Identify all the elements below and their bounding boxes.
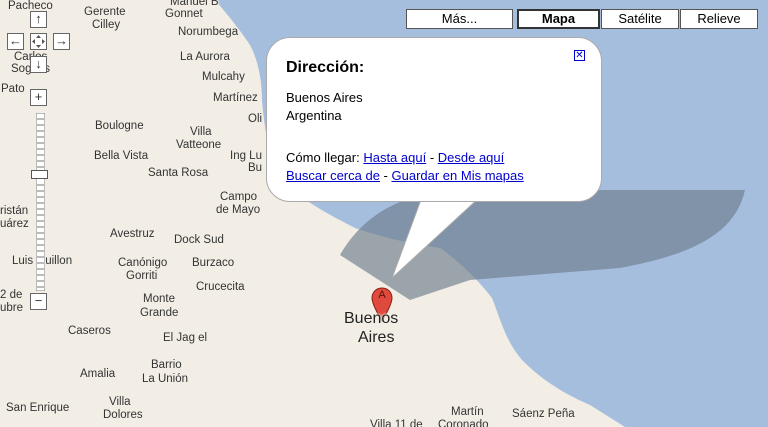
address-line-2: Argentina: [286, 108, 342, 123]
map-type-controls: Más... Mapa Satélite Relieve: [406, 9, 758, 29]
label-caseros: Caseros: [68, 325, 111, 337]
zoom-slider-track[interactable]: [36, 113, 45, 291]
label-gonnet: Gonnet: [165, 8, 203, 20]
label-bella-vista: Bella Vista: [94, 150, 149, 162]
label-dock-sud: Dock Sud: [174, 234, 224, 246]
map-type-satellite-button[interactable]: Satélite: [601, 9, 679, 29]
label-buenos: Buenos: [344, 310, 399, 327]
label-barrio: Barrio: [151, 359, 182, 371]
info-window: ✕ Dirección: Buenos Aires Argentina Cómo…: [266, 37, 602, 202]
label-monte: Monte: [143, 293, 175, 305]
zoom-slider-handle[interactable]: [31, 170, 48, 179]
label-crucecita: Crucecita: [196, 281, 245, 293]
search-nearby-link[interactable]: Buscar cerca de: [286, 168, 380, 183]
label-uarez: uárez: [0, 218, 29, 230]
label-gorriti: Gorriti: [126, 270, 158, 282]
label-el-jag-el: El Jag el: [163, 332, 208, 344]
label-saenz-pena: Sáenz Peña: [512, 408, 575, 420]
directions-row: Cómo llegar: Hasta aquí - Desde aquí: [286, 149, 524, 167]
label-martinez: Martínez: [213, 92, 258, 104]
label-dolores: Dolores: [103, 409, 143, 421]
pan-down-button[interactable]: ↓: [30, 56, 47, 73]
info-window-actions: Cómo llegar: Hasta aquí - Desde aquí Bus…: [286, 149, 524, 185]
info-window-tail: [391, 196, 482, 279]
label-gerente: Gerente: [84, 6, 126, 18]
pan-up-button[interactable]: ↑: [30, 11, 47, 28]
label-vatteone: Vatteone: [176, 139, 222, 151]
more-button[interactable]: Más...: [406, 9, 513, 29]
separator: -: [426, 150, 438, 165]
label-bu: Bu: [248, 162, 263, 174]
label-campo: Campo: [220, 191, 258, 203]
label-villa-dolores: Villa: [109, 396, 131, 408]
address-line-1: Buenos Aires: [286, 90, 363, 105]
label-avestruz: Avestruz: [110, 228, 155, 240]
label-ristan: ristán: [0, 205, 29, 217]
info-window-title: Dirección:: [286, 59, 365, 76]
map-type-group: Mapa Satélite Relieve: [517, 9, 758, 29]
label-2-de: 2 de: [0, 289, 23, 301]
map-canvas[interactable]: Pacheco Gerente Cilley Manuel B Gonnet N…: [0, 0, 768, 427]
label-mulcahy: Mulcahy: [202, 71, 245, 83]
label-la-union: La Unión: [142, 373, 189, 385]
center-map-icon: [32, 35, 45, 48]
pan-center-button[interactable]: [30, 33, 47, 50]
directions-from-here-link[interactable]: Desde aquí: [438, 150, 505, 165]
actions-row: Buscar cerca de - Guardar en Mis mapas: [286, 167, 524, 185]
pan-right-button[interactable]: →: [53, 33, 70, 50]
separator: -: [379, 168, 392, 183]
label-aires: Aires: [358, 329, 395, 346]
label-villa: Villa: [190, 126, 212, 138]
label-coronado: Coronado: [438, 419, 489, 427]
save-to-my-maps-link[interactable]: Guardar en Mis mapas: [392, 168, 524, 183]
label-la-aurora: La Aurora: [180, 51, 230, 63]
label-amalia: Amalia: [80, 368, 116, 380]
label-boulogne: Boulogne: [95, 120, 144, 132]
label-pato: Pato: [1, 83, 25, 95]
label-canonigo: Canónigo: [118, 257, 168, 269]
label-oli: Oli: [248, 113, 263, 125]
label-santa-rosa: Santa Rosa: [148, 167, 209, 179]
zoom-out-button[interactable]: −: [30, 293, 47, 310]
directions-label: Cómo llegar:: [286, 150, 360, 165]
label-ubre: ubre: [0, 302, 24, 314]
label-martin: Martín: [451, 406, 484, 418]
label-grande: Grande: [140, 307, 179, 319]
label-cilley: Cilley: [92, 19, 121, 31]
address: Buenos Aires Argentina: [286, 89, 363, 125]
map-type-map-button[interactable]: Mapa: [517, 9, 600, 29]
marker-letter: A: [378, 289, 386, 301]
close-icon[interactable]: ✕: [574, 50, 585, 61]
label-burzaco: Burzaco: [192, 257, 235, 269]
label-de-mayo: de Mayo: [216, 204, 261, 216]
directions-to-here-link[interactable]: Hasta aquí: [363, 150, 426, 165]
label-villa-11: Villa 11 de: [370, 419, 423, 427]
label-norumbega: Norumbega: [178, 26, 239, 38]
label-san-enrique: San Enrique: [6, 402, 70, 414]
map-type-terrain-button[interactable]: Relieve: [680, 9, 758, 29]
pan-left-button[interactable]: ←: [7, 33, 24, 50]
zoom-in-button[interactable]: +: [30, 89, 47, 106]
